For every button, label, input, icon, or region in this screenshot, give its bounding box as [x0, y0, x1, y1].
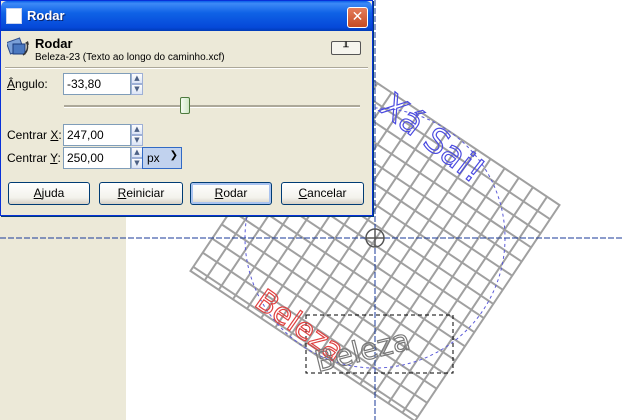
chevron-down-icon: ❯ — [169, 150, 178, 161]
center-y-label-prefix: Centrar — [7, 151, 51, 165]
angle-input[interactable]: -33,80 — [63, 73, 131, 95]
blue-text-outline: Xá Sai! — [372, 86, 492, 192]
rotate-dialog: Rodar ✕ Rodar Beleza-23 (Texto ao longo … — [0, 0, 373, 216]
header-subtitle: Beleza-23 (Texto ao longo do caminho.xcf… — [35, 52, 225, 63]
reset-button[interactable]: Reiniciar — [99, 182, 183, 205]
center-x-label: Centrar X: — [7, 128, 62, 142]
help-label: juda — [41, 186, 65, 200]
rotate-tool-icon — [7, 37, 29, 56]
spin-up-icon[interactable]: ▲ — [131, 124, 143, 135]
cancel-label: ancelar — [307, 186, 347, 200]
cancel-button[interactable]: Cancelar — [281, 182, 364, 205]
rotation-center-handle — [365, 228, 385, 248]
center-x-spinner[interactable]: ▲ ▼ — [131, 124, 143, 146]
center-x-label-rest: : — [58, 128, 62, 142]
angle-label-rest: ngulo: — [15, 77, 48, 91]
spin-up-icon[interactable]: ▲ — [131, 73, 143, 84]
pin-button[interactable]: ╨ — [331, 41, 361, 55]
center-x-label-prefix: Centrar — [7, 128, 51, 142]
center-y-label: Centrar Y: — [7, 151, 61, 165]
center-x-input[interactable]: 247,00 — [63, 124, 131, 146]
help-mnemonic: A — [33, 186, 42, 200]
dialog-header: Rodar Beleza-23 (Texto ao longo do camin… — [1, 31, 372, 67]
angle-spinner[interactable]: ▲ ▼ — [131, 73, 143, 95]
angle-label-mnemonic: Â — [7, 77, 16, 91]
help-button[interactable]: Ajuda — [8, 182, 90, 205]
spin-down-icon[interactable]: ▼ — [131, 135, 143, 146]
unit-value: px — [147, 151, 160, 165]
rotate-button[interactable]: Rodar — [190, 182, 272, 205]
angle-label: Ângulo: — [7, 77, 48, 91]
rotate-label: odar — [223, 186, 248, 200]
angle-slider-thumb[interactable] — [180, 97, 191, 114]
center-y-input[interactable]: 250,00 — [63, 147, 131, 169]
close-button[interactable]: ✕ — [347, 7, 368, 28]
header-separator — [5, 67, 368, 69]
spin-down-icon[interactable]: ▼ — [131, 84, 143, 95]
dialog-title: Rodar — [27, 8, 65, 23]
dialog-titlebar[interactable]: Rodar ✕ — [1, 1, 372, 31]
center-y-label-rest: : — [57, 151, 61, 165]
rotate-mnemonic: R — [214, 186, 224, 200]
cancel-mnemonic: C — [298, 186, 308, 200]
angle-slider-track[interactable] — [64, 105, 360, 108]
header-title: Rodar — [35, 36, 73, 51]
reset-label: einiciar — [126, 186, 165, 200]
close-icon: ✕ — [351, 9, 364, 25]
gimp-window-icon — [6, 8, 22, 24]
pin-icon: ╨ — [343, 43, 349, 53]
unit-select[interactable]: px ❯ — [142, 147, 182, 169]
